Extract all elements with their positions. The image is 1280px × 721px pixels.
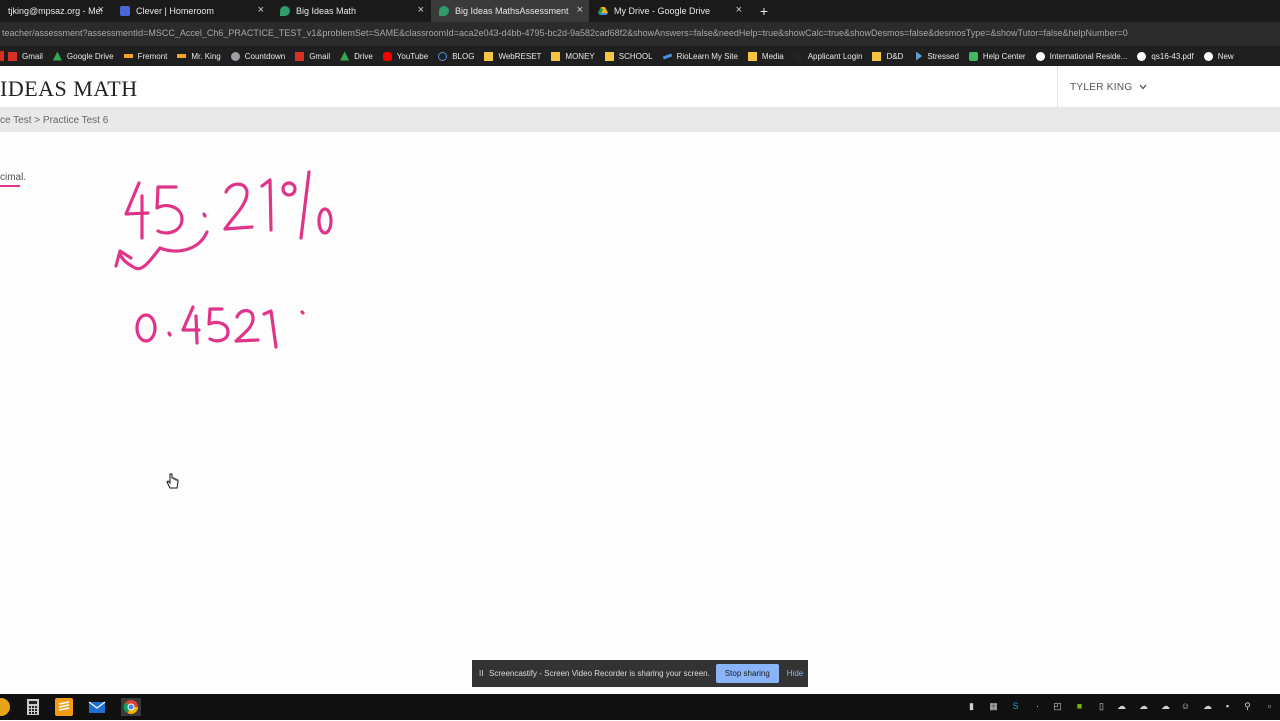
- ink-digit-2b: [234, 309, 260, 343]
- ink-dot: [202, 212, 207, 218]
- stop-sharing-button[interactable]: Stop sharing: [715, 664, 779, 683]
- network-icon[interactable]: ·: [1032, 701, 1043, 712]
- ink-decimal-point: [167, 331, 172, 337]
- chrome-icon[interactable]: [0, 698, 10, 716]
- ink-percent-circle: [281, 181, 297, 197]
- hide-button[interactable]: Hide: [787, 669, 803, 678]
- share-status-text: Screencastify - Screen Video Recorder is…: [489, 669, 710, 678]
- nvidia-tray-icon[interactable]: ▪: [1222, 701, 1233, 712]
- cloud-upload-icon[interactable]: ☁: [1138, 701, 1149, 712]
- nvidia-icon[interactable]: ■: [1074, 701, 1085, 712]
- ink-arrow-curve: [118, 230, 209, 271]
- ink-digit-0: [135, 313, 157, 343]
- handwriting-ink-layer[interactable]: [0, 0, 1280, 720]
- mail-icon[interactable]: [88, 698, 106, 716]
- ink-digit-4: [124, 181, 150, 216]
- ink-digit-2: [223, 182, 254, 231]
- windows-taskbar: ▮ ▦ S · ◰ ■ ▯ ☁ ☁ ☁ ☺ ☁ ▪ ⚲ ▫: [0, 694, 1280, 720]
- skype-icon[interactable]: S: [1010, 701, 1021, 712]
- sublime-icon[interactable]: [55, 698, 73, 716]
- notification-icon[interactable]: ▫: [1264, 701, 1275, 712]
- ink-percent-zero: [317, 207, 333, 235]
- settings-tray-icon[interactable]: ▦: [988, 701, 999, 712]
- ink-percent-slash: [299, 170, 311, 240]
- screen-share-bar: II Screencastify - Screen Video Recorder…: [472, 660, 808, 687]
- ink-digit-1b: [262, 309, 278, 349]
- microphone-icon[interactable]: ▮: [966, 701, 977, 712]
- ink-digit-5: [155, 185, 184, 235]
- cloud-icon[interactable]: ☁: [1202, 701, 1213, 712]
- ink-stray-dot: [300, 310, 305, 315]
- smiley-icon[interactable]: ☺: [1180, 701, 1191, 712]
- ink-digit-5b: [207, 307, 230, 343]
- calculator-icon[interactable]: [24, 698, 42, 716]
- pause-icon: II: [479, 669, 484, 678]
- cloud-icon[interactable]: ☁: [1116, 701, 1127, 712]
- search-icon[interactable]: ⚲: [1242, 701, 1253, 712]
- chrome-active-icon[interactable]: [121, 698, 141, 716]
- cloud-sync-icon[interactable]: ☁: [1160, 701, 1171, 712]
- battery-icon[interactable]: ▯: [1096, 701, 1107, 712]
- ink-digit-1: [260, 178, 273, 232]
- hand-cursor-icon: [166, 473, 180, 496]
- screencast-icon[interactable]: ◰: [1052, 701, 1063, 712]
- ink-digit-4b-stem: [194, 314, 199, 345]
